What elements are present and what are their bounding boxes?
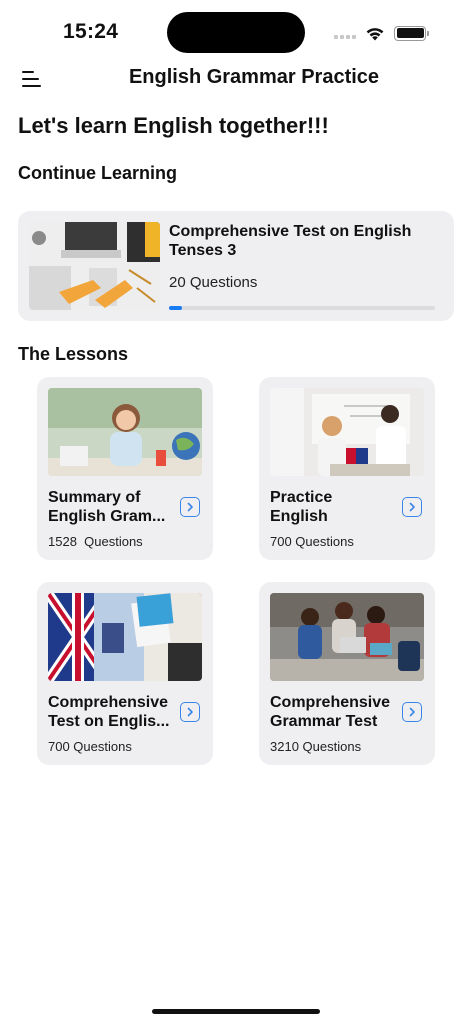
status-icons xyxy=(334,24,429,42)
lesson-question-count: 1528 Questions xyxy=(48,534,143,549)
lesson-title: Comprehensive Test on Englis... xyxy=(48,694,170,730)
continue-lesson-title: Comprehensive Test on English Tenses 3 xyxy=(169,223,412,259)
lesson-question-count: 3210 Questions xyxy=(270,739,362,754)
lesson-title: Comprehensive Grammar Test xyxy=(270,694,391,730)
continue-learning-card[interactable]: Comprehensive Test on English Tenses 3 2… xyxy=(18,211,454,321)
chevron-right-icon[interactable] xyxy=(180,497,200,517)
battery-icon xyxy=(394,25,429,41)
page-title: English Grammar Practice xyxy=(128,66,380,88)
nav-bar: English Grammar Practice xyxy=(0,62,472,96)
chevron-right-icon[interactable] xyxy=(402,497,422,517)
lesson-question-count: 700 Questions xyxy=(270,534,354,549)
lesson-card[interactable]: Practice English Grammar 700 Questions xyxy=(259,377,435,560)
lesson-image xyxy=(270,388,424,476)
wifi-icon xyxy=(366,27,384,40)
progress-bar-fill xyxy=(169,306,183,310)
lesson-card[interactable]: Summary of English Gram... 1528 Question… xyxy=(37,377,213,560)
lesson-image xyxy=(48,593,202,681)
dynamic-island xyxy=(167,12,305,53)
continue-lesson-image xyxy=(29,222,160,310)
progress-bar xyxy=(169,306,435,310)
lesson-question-count: 700 Questions xyxy=(48,739,132,754)
continue-learning-heading: Continue Learning xyxy=(18,163,177,183)
lesson-title: Practice English Grammar xyxy=(270,489,333,525)
home-indicator[interactable] xyxy=(152,1009,320,1014)
lesson-title: Summary of English Gram... xyxy=(48,489,166,525)
cellular-signal-icon xyxy=(334,27,356,39)
lessons-heading: The Lessons xyxy=(18,344,129,364)
chevron-right-icon[interactable] xyxy=(402,702,422,722)
lesson-image xyxy=(270,593,424,681)
lesson-card[interactable]: Comprehensive Test on Englis... 700 Ques… xyxy=(37,582,213,765)
lesson-card[interactable]: Comprehensive Grammar Test 3210 Question… xyxy=(259,582,435,765)
chevron-right-icon[interactable] xyxy=(180,702,200,722)
lesson-image xyxy=(48,388,202,476)
hero-heading: Let's learn English together!!! xyxy=(18,113,329,138)
status-bar: 15:24 xyxy=(0,0,472,62)
continue-lesson-question-count: 20 Questions xyxy=(169,274,258,291)
status-time: 15:24 xyxy=(63,20,119,43)
